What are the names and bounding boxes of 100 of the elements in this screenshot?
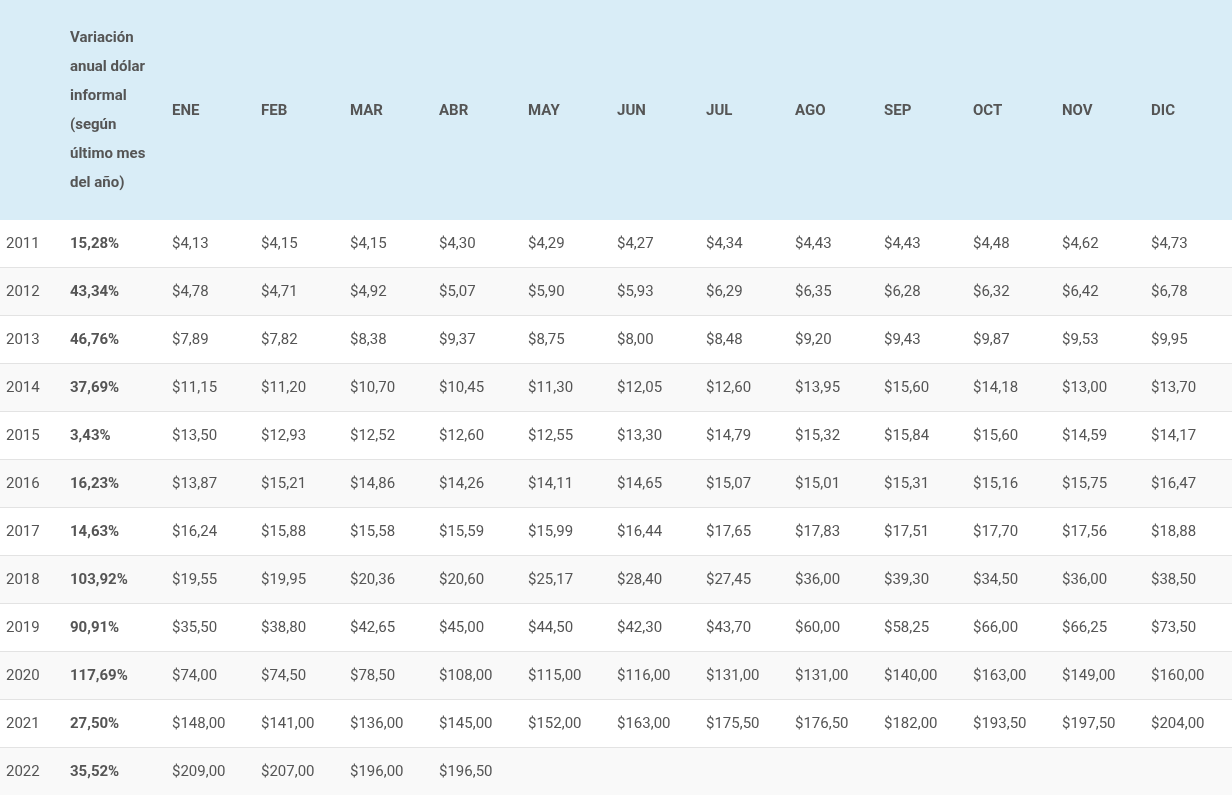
price-cell: $20,36 (350, 570, 396, 589)
price-cell: $136,00 (350, 714, 404, 733)
price-cell: $131,00 (706, 666, 760, 685)
price-cell: $10,45 (439, 378, 485, 397)
price-cell: $14,65 (617, 474, 663, 493)
variation-cell: 15,28% (70, 234, 120, 253)
price-cell: $9,43 (884, 330, 921, 349)
price-cell: $9,53 (1062, 330, 1099, 349)
price-cell: $38,50 (1151, 570, 1197, 589)
price-cell: $6,35 (795, 282, 832, 301)
price-cell: $149,00 (1062, 666, 1116, 685)
price-cell: $4,43 (884, 234, 921, 253)
price-cell: $4,73 (1151, 234, 1188, 253)
column-header: ENE (172, 100, 200, 119)
price-cell: $182,00 (884, 714, 938, 733)
price-cell: $38,80 (261, 618, 307, 637)
price-cell: $9,37 (439, 330, 476, 349)
price-cell: $108,00 (439, 666, 493, 685)
variation-cell: 14,63% (70, 522, 120, 541)
price-cell: $9,87 (973, 330, 1010, 349)
price-cell: $60,00 (795, 618, 841, 637)
year-cell: 2020 (6, 666, 40, 685)
price-cell: $5,93 (617, 282, 654, 301)
price-cell: $15,84 (884, 426, 930, 445)
column-header: JUL (706, 100, 733, 119)
price-cell: $207,00 (261, 762, 315, 781)
year-cell: 2018 (6, 570, 40, 589)
price-cell: $6,78 (1151, 282, 1188, 301)
price-cell: $8,00 (617, 330, 654, 349)
price-cell: $12,55 (528, 426, 574, 445)
price-cell: $44,50 (528, 618, 574, 637)
price-cell: $6,29 (706, 282, 743, 301)
price-cell: $8,38 (350, 330, 387, 349)
price-cell: $175,50 (706, 714, 760, 733)
year-cell: 2014 (6, 378, 40, 397)
price-cell: $13,70 (1151, 378, 1197, 397)
price-cell: $13,50 (172, 426, 218, 445)
variation-cell: 27,50% (70, 714, 120, 733)
variation-cell: 90,91% (70, 618, 120, 637)
price-cell: $15,21 (261, 474, 307, 493)
price-cell: $8,48 (706, 330, 743, 349)
price-cell: $14,86 (350, 474, 396, 493)
price-cell: $4,29 (528, 234, 565, 253)
column-header: JUN (617, 100, 646, 119)
price-cell: $12,52 (350, 426, 396, 445)
year-cell: 2021 (6, 714, 40, 733)
year-cell: 2015 (6, 426, 40, 445)
price-cell: $15,88 (261, 522, 307, 541)
price-cell: $17,56 (1062, 522, 1108, 541)
price-cell: $17,51 (884, 522, 930, 541)
price-cell: $15,07 (706, 474, 752, 493)
variation-cell: 35,52% (70, 762, 120, 781)
price-cell: $6,28 (884, 282, 921, 301)
column-header: SEP (884, 100, 912, 119)
price-cell: $11,30 (528, 378, 574, 397)
price-cell: $4,71 (261, 282, 298, 301)
price-cell: $74,00 (172, 666, 218, 685)
price-cell: $36,00 (795, 570, 841, 589)
price-cell: $15,31 (884, 474, 930, 493)
price-cell: $115,00 (528, 666, 582, 685)
year-cell: 2011 (6, 234, 40, 253)
price-cell: $18,88 (1151, 522, 1197, 541)
price-cell: $39,30 (884, 570, 930, 589)
price-cell: $14,59 (1062, 426, 1108, 445)
price-cell: $4,27 (617, 234, 654, 253)
price-cell: $15,60 (973, 426, 1019, 445)
price-cell: $15,59 (439, 522, 485, 541)
price-cell: $148,00 (172, 714, 226, 733)
variation-cell: 117,69% (70, 666, 128, 685)
column-header: AGO (795, 100, 826, 119)
column-header: DIC (1151, 100, 1175, 119)
price-cell: $14,79 (706, 426, 752, 445)
price-cell: $209,00 (172, 762, 226, 781)
price-cell: $11,20 (261, 378, 307, 397)
column-header: Variación anual dólar informal (según último mes del año) (70, 28, 146, 191)
price-cell: $14,11 (528, 474, 574, 493)
price-cell: $15,01 (795, 474, 841, 493)
column-header: ABR (439, 100, 469, 119)
price-cell: $34,50 (973, 570, 1019, 589)
price-cell: $66,25 (1062, 618, 1108, 637)
price-cell: $160,00 (1151, 666, 1205, 685)
price-cell: $15,16 (973, 474, 1019, 493)
price-cell: $19,95 (261, 570, 307, 589)
variation-cell: 43,34% (70, 282, 120, 301)
price-cell: $25,17 (528, 570, 574, 589)
price-cell: $17,83 (795, 522, 841, 541)
price-cell: $12,60 (706, 378, 752, 397)
price-cell: $20,60 (439, 570, 485, 589)
price-cell: $15,32 (795, 426, 841, 445)
price-cell: $13,00 (1062, 378, 1108, 397)
price-cell: $73,50 (1151, 618, 1197, 637)
price-cell: $6,42 (1062, 282, 1099, 301)
year-cell: 2019 (6, 618, 40, 637)
price-cell: $43,70 (706, 618, 752, 637)
price-cell: $42,30 (617, 618, 663, 637)
price-cell: $4,15 (350, 234, 387, 253)
variation-cell: 37,69% (70, 378, 120, 397)
price-cell: $196,50 (439, 762, 493, 781)
column-header: MAY (528, 100, 560, 119)
price-cell: $66,00 (973, 618, 1019, 637)
